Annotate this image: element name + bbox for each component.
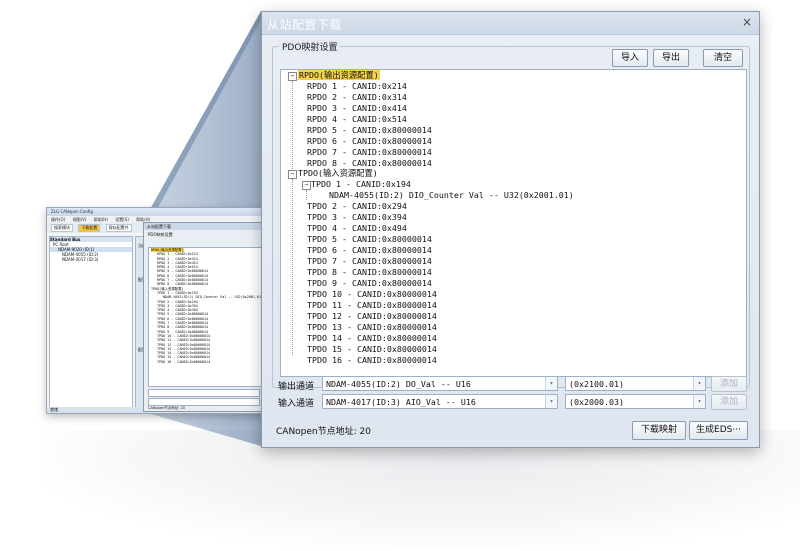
mini-device-tree: Standard Bus PC Root NDAM-9020 (ID:1) ND… <box>49 236 133 408</box>
rpdo-node[interactable]: RPDO 1 - CANID:0x214 <box>307 81 407 92</box>
mini-dialog-tree: RPDO(输出资源配置) RPDO 1 - CANID:0x214 RPDO 2… <box>148 247 262 387</box>
collapse-icon[interactable]: − <box>288 72 297 81</box>
mini-menu-item[interactable]: 帮助(H) <box>94 217 108 222</box>
input-index-value: (0x2000.03) <box>569 397 624 407</box>
tpdo-node[interactable]: TPDO 1 - CANID:0x194 <box>311 179 411 190</box>
close-icon[interactable]: × <box>742 15 752 29</box>
mini-tree-node: NDAM-4055(ID:2) DIO_Counter Val -- U32(0… <box>163 295 262 300</box>
add-input-button[interactable]: 添加 <box>711 394 747 410</box>
dialog-title: 从站配置下载 <box>267 18 343 32</box>
input-channel-label: 输入通道 <box>278 399 315 409</box>
tree-line <box>292 81 293 173</box>
tpdo-node[interactable]: TPDO 14 - CANID:0x80000014 <box>307 333 437 344</box>
import-button[interactable]: 导入 <box>612 49 648 67</box>
output-channel-select[interactable]: NDAM-4055(ID:2) DO_Val -- U16 ▾ <box>322 376 558 391</box>
mini-download-button[interactable]: 下载配置 <box>78 224 101 232</box>
input-index-select[interactable]: (0x2000.03) ▾ <box>565 394 706 409</box>
mini-menu-item[interactable]: 操作(O) <box>51 217 65 222</box>
pdo-mapping-label: PDO映射设置 <box>279 40 341 53</box>
output-channel-value: NDAM-4055(ID:2) DO_Val -- U16 <box>326 379 471 389</box>
output-index-value: (0x2100.01) <box>569 379 624 389</box>
mini-menu-item[interactable]: 视图(V) <box>73 217 87 222</box>
mini-input-row <box>148 398 260 406</box>
add-output-button[interactable]: 添加 <box>711 376 747 392</box>
pdo-tree[interactable]: − RPDO(输出资源配置) RPDO 1 - CANID:0x214 RPDO… <box>280 69 747 377</box>
mini-title: ZLG CANopen Config <box>47 208 267 216</box>
rpdo-node[interactable]: RPDO 2 - CANID:0x314 <box>307 92 407 103</box>
chevron-down-icon[interactable]: ▾ <box>545 377 557 390</box>
dialog-titlebar: 从站配置下载 × <box>262 12 759 35</box>
tpdo-node[interactable]: TPDO 4 - CANID:0x494 <box>307 223 407 234</box>
mini-output-row <box>148 389 260 397</box>
mini-search-button[interactable]: 搜索模块 <box>51 224 73 232</box>
rpdo-node[interactable]: RPDO 3 - CANID:0x414 <box>307 103 407 114</box>
mini-tree-item[interactable]: NDAM-4017 (ID:3) <box>50 257 132 262</box>
node-address-label: CANopen节点地址: 20 <box>276 427 371 437</box>
chevron-down-icon[interactable]: ▾ <box>545 395 557 408</box>
mini-tree-node: TPDO 16 - CANID:0x80000014 <box>157 359 211 364</box>
rpdo-node[interactable]: RPDO 5 - CANID:0x80000014 <box>307 125 432 136</box>
slave-config-download-dialog: 从站配置下载 × PDO映射设置 导入 导出 清空 − RPDO(输出资源配置)… <box>261 11 760 448</box>
floor-reflection <box>40 430 800 550</box>
tpdo-node[interactable]: TPDO 7 - CANID:0x80000014 <box>307 256 432 267</box>
input-channel-value: NDAM-4017(ID:3) AIO_Val -- U16 <box>326 397 476 407</box>
tpdo-node[interactable]: TPDO 3 - CANID:0x394 <box>307 212 407 223</box>
generate-eds-button[interactable]: 生成EDS··· <box>689 421 748 440</box>
mini-node-address: CANopen节点地址: 20 <box>148 406 185 410</box>
rpdo-root-node[interactable]: RPDO(输出资源配置) <box>298 70 380 81</box>
tpdo-root-node[interactable]: TPDO(输入资源配置) <box>298 168 378 179</box>
tpdo-node[interactable]: TPDO 10 - CANID:0x80000014 <box>307 289 437 300</box>
input-channel-select[interactable]: NDAM-4017(ID:3) AIO_Val -- U16 ▾ <box>322 394 558 409</box>
collapse-icon[interactable]: − <box>302 181 311 190</box>
tpdo-mapping-node[interactable]: NDAM-4055(ID:2) DIO_Counter Val -- U32(0… <box>329 190 574 201</box>
tpdo-node[interactable]: TPDO 13 - CANID:0x80000014 <box>307 322 437 333</box>
export-button[interactable]: 导出 <box>653 49 689 67</box>
tpdo-node[interactable]: TPDO 5 - CANID:0x80000014 <box>307 234 432 245</box>
output-channel-label: 输出通道 <box>278 382 315 392</box>
tree-line <box>306 190 307 200</box>
mini-dialog-group-label: PDO映射设置 <box>148 232 173 237</box>
download-mapping-button[interactable]: 下载映射 <box>632 421 686 440</box>
tpdo-node[interactable]: TPDO 9 - CANID:0x80000014 <box>307 278 432 289</box>
clear-button[interactable]: 清空 <box>703 49 743 67</box>
tpdo-node[interactable]: TPDO 11 - CANID:0x80000014 <box>307 300 437 311</box>
rpdo-node[interactable]: RPDO 4 - CANID:0x514 <box>307 114 407 125</box>
mini-save-button[interactable]: 保存配置并 <box>105 224 132 232</box>
rpdo-node[interactable]: RPDO 6 - CANID:0x80000014 <box>307 136 432 147</box>
mini-dialog-thumbnail: 从站配置下载 PDO映射设置 RPDO(输出资源配置) RPDO 1 - CAN… <box>143 222 265 412</box>
tpdo-node[interactable]: TPDO 16 - CANID:0x80000014 <box>307 355 437 366</box>
tpdo-node[interactable]: TPDO 8 - CANID:0x80000014 <box>307 267 432 278</box>
tpdo-node[interactable]: TPDO 2 - CANID:0x294 <box>307 201 407 212</box>
tpdo-node[interactable]: TPDO 6 - CANID:0x80000014 <box>307 245 432 256</box>
rpdo-node[interactable]: RPDO 7 - CANID:0x80000014 <box>307 147 432 158</box>
mini-menu-item[interactable]: 设置(S) <box>115 217 129 222</box>
output-index-select[interactable]: (0x2100.01) ▾ <box>565 376 706 391</box>
chevron-down-icon[interactable]: ▾ <box>693 395 705 408</box>
tree-line <box>292 179 293 355</box>
tpdo-node[interactable]: TPDO 12 - CANID:0x80000014 <box>307 311 437 322</box>
collapse-icon[interactable]: − <box>288 170 297 179</box>
mini-dialog-title: 从站配置下载 <box>144 223 264 230</box>
chevron-down-icon[interactable]: ▾ <box>693 377 705 390</box>
tpdo-node[interactable]: TPDO 15 - CANID:0x80000014 <box>307 344 437 355</box>
